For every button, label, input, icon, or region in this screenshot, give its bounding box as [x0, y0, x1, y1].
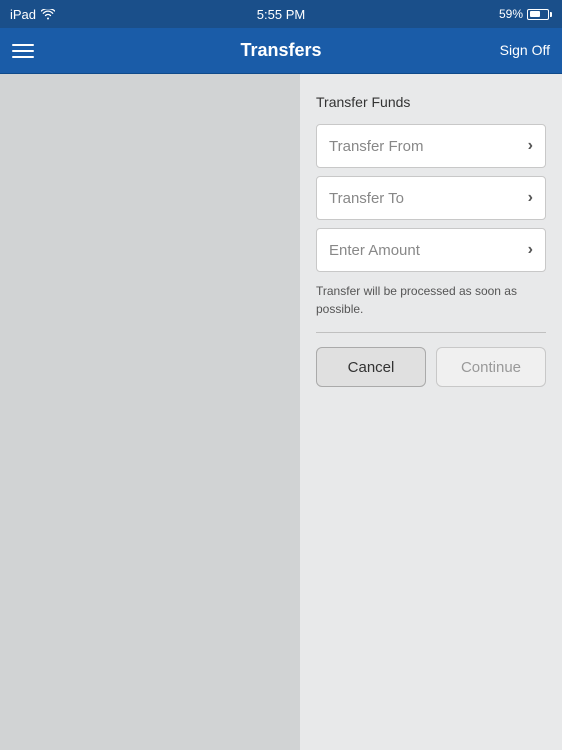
transfer-from-label: Transfer From: [329, 138, 423, 155]
section-title: Transfer Funds: [316, 94, 546, 110]
status-bar-right: 59%: [499, 7, 552, 21]
status-bar-left: iPad: [10, 7, 55, 22]
hamburger-menu[interactable]: [12, 44, 34, 58]
divider: [316, 332, 546, 333]
cancel-button[interactable]: Cancel: [316, 347, 426, 387]
sign-off-button[interactable]: Sign Off: [500, 42, 550, 58]
status-bar-time: 5:55 PM: [257, 7, 305, 22]
main-content: Transfer Funds Transfer From › Transfer …: [0, 74, 562, 750]
right-panel: Transfer Funds Transfer From › Transfer …: [300, 74, 562, 750]
enter-amount-label: Enter Amount: [329, 242, 420, 259]
nav-bar: Transfers Sign Off: [0, 28, 562, 74]
battery-icon: [527, 9, 552, 20]
button-row: Cancel Continue: [316, 347, 546, 387]
transfer-from-chevron: ›: [528, 137, 533, 155]
wifi-icon: [41, 9, 55, 20]
enter-amount-row[interactable]: Enter Amount ›: [316, 228, 546, 272]
page-title: Transfers: [240, 40, 321, 61]
transfer-to-label: Transfer To: [329, 190, 404, 207]
info-text: Transfer will be processed as soon as po…: [316, 282, 546, 318]
hamburger-icon[interactable]: [12, 44, 34, 58]
continue-button[interactable]: Continue: [436, 347, 546, 387]
transfer-from-row[interactable]: Transfer From ›: [316, 124, 546, 168]
left-panel: [0, 74, 300, 750]
status-bar: iPad 5:55 PM 59%: [0, 0, 562, 28]
sign-off-area[interactable]: Sign Off: [500, 42, 550, 60]
enter-amount-chevron: ›: [528, 241, 533, 259]
device-label: iPad: [10, 7, 36, 22]
transfer-to-chevron: ›: [528, 189, 533, 207]
transfer-to-row[interactable]: Transfer To ›: [316, 176, 546, 220]
battery-percent: 59%: [499, 7, 523, 21]
